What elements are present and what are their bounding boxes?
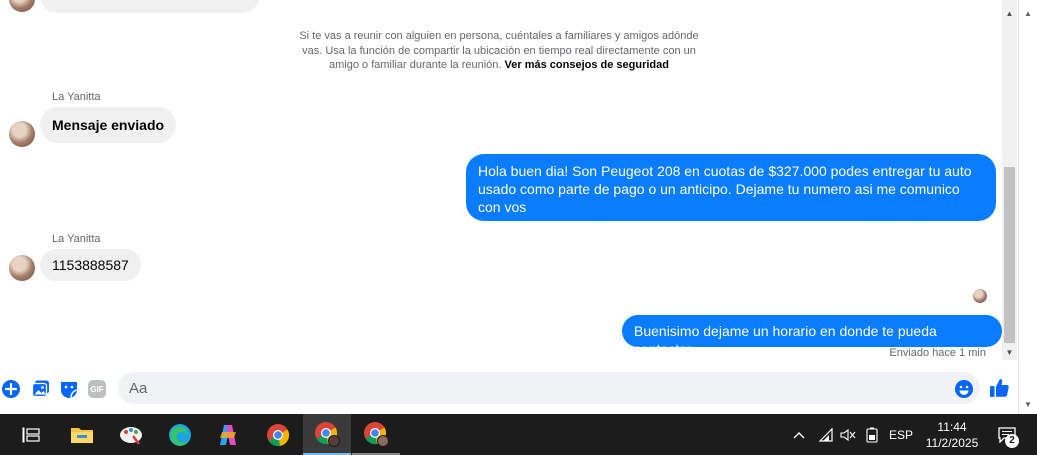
paint-icon[interactable] <box>107 414 155 455</box>
safety-notice: Si te vas a reunir con alguien en person… <box>296 29 702 73</box>
like-icon[interactable] <box>989 377 1011 399</box>
copilot-icon[interactable] <box>204 414 252 455</box>
message-bubble-clipped <box>40 0 260 13</box>
message-bubble-outgoing[interactable]: Buenisimo dejame un horario en donde te … <box>622 315 1002 357</box>
gif-label: GIF <box>90 384 104 394</box>
task-view-icon[interactable] <box>7 414 55 455</box>
chrome-icon[interactable] <box>254 414 302 455</box>
file-explorer-icon[interactable] <box>58 414 106 455</box>
sender-name: La Yanitta <box>52 91 101 103</box>
chat-scrollbar[interactable]: ▲ ▼ <box>1002 0 1017 360</box>
chrome-profile-2-icon[interactable] <box>352 414 400 455</box>
clock-time: 11:44 <box>937 419 967 434</box>
chrome-profile-1-icon[interactable] <box>303 414 351 455</box>
battery-icon[interactable] <box>862 414 882 455</box>
screen: Si te vas a reunir con alguien en person… <box>0 0 1037 455</box>
photo-icon[interactable] <box>31 379 51 399</box>
edge-icon[interactable] <box>156 414 204 455</box>
message-input[interactable] <box>118 372 980 404</box>
page-scroll-up-icon[interactable]: ▲ <box>1024 9 1032 18</box>
scrollbar-thumb[interactable] <box>1004 167 1015 343</box>
language-indicator[interactable]: ESP <box>886 414 916 455</box>
volume-muted-icon[interactable] <box>838 414 858 455</box>
scroll-down-arrow-icon[interactable]: ▼ <box>1005 348 1014 357</box>
sender-name: La Yanitta <box>52 233 101 245</box>
contact-avatar[interactable] <box>9 0 35 12</box>
scroll-up-arrow-icon[interactable]: ▲ <box>1005 9 1014 18</box>
page-scroll-down-icon[interactable]: ▼ <box>1024 400 1032 409</box>
message-bubble-outgoing[interactable]: Hola buen dia! Son Peugeot 208 en cuotas… <box>466 154 996 221</box>
gif-icon[interactable]: GIF <box>87 379 107 399</box>
read-receipt-avatar <box>973 289 987 303</box>
show-hidden-icons-chevron-icon[interactable] <box>789 414 809 455</box>
network-icon[interactable] <box>815 414 837 455</box>
contact-avatar[interactable] <box>9 121 35 147</box>
windows-taskbar: ESP 11:44 11/2/2025 2 <box>0 414 1037 455</box>
message-bubble-incoming[interactable]: 1153888587 <box>40 249 141 281</box>
contact-avatar[interactable] <box>9 255 35 281</box>
plus-icon[interactable] <box>1 379 21 399</box>
clock[interactable]: 11:44 11/2/2025 <box>920 414 984 455</box>
notifications-icon[interactable]: 2 <box>992 414 1022 455</box>
clock-date: 11/2/2025 <box>925 435 979 450</box>
message-bubble-incoming[interactable]: Mensaje enviado <box>40 107 177 143</box>
message-list[interactable]: Si te vas a reunir con alguien en person… <box>0 0 1002 368</box>
notification-count-badge: 2 <box>1005 434 1019 448</box>
message-status: Enviado hace 1 min <box>889 347 986 359</box>
safety-tips-link[interactable]: Ver más consejos de seguridad <box>505 59 669 71</box>
emoji-icon[interactable] <box>954 379 974 399</box>
sticker-icon[interactable] <box>59 379 79 399</box>
page-scrollbar[interactable]: ▲ ▼ <box>1018 0 1037 414</box>
message-composer: GIF <box>0 368 1017 414</box>
